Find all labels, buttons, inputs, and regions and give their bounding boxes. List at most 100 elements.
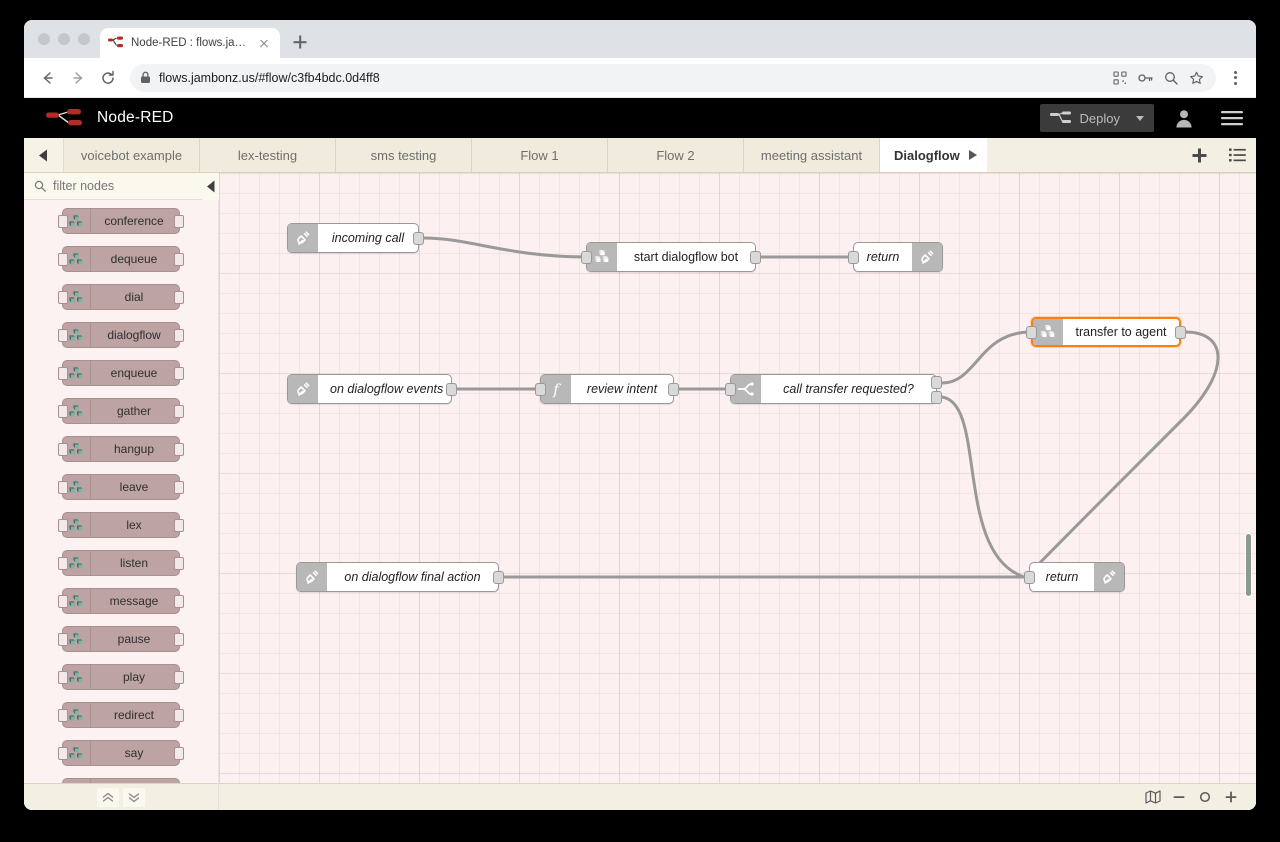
output-port[interactable] — [1175, 326, 1186, 339]
flow-node-label: on dialogflow final action — [344, 570, 481, 584]
new-tab-button[interactable] — [286, 28, 314, 56]
input-port[interactable] — [1026, 326, 1037, 339]
palette-node-hangup[interactable]: hangup — [58, 436, 184, 462]
output-port[interactable] — [413, 232, 424, 245]
flow-canvas[interactable]: incoming call start dialogflow bot retur… — [219, 173, 1256, 810]
zoom-reset-icon[interactable] — [1192, 786, 1218, 808]
back-arrow-icon[interactable] — [34, 64, 62, 92]
node-red-app: Node-RED Deploy voicebot example lex-tes… — [24, 98, 1256, 810]
palette-node-dialogflow[interactable]: dialogflow — [58, 322, 184, 348]
flow-tab-label: Flow 1 — [520, 147, 559, 163]
flow-tab-dialogflow[interactable]: Dialogflow — [880, 138, 987, 172]
palette-search-bar[interactable]: filter nodes — [24, 173, 218, 200]
flow-node-return-top[interactable]: return — [848, 242, 943, 272]
play-flow-icon[interactable] — [968, 150, 977, 160]
dialogflow-cubes-icon — [63, 551, 91, 575]
window-close-dot[interactable] — [38, 33, 50, 45]
reload-icon[interactable] — [94, 64, 122, 92]
palette-node-label: lex — [126, 518, 142, 532]
collapse-left-icon[interactable] — [202, 173, 219, 200]
input-port[interactable] — [725, 383, 736, 396]
palette-node-redirect[interactable]: redirect — [58, 702, 184, 728]
zoom-in-icon[interactable] — [1218, 786, 1244, 808]
flow-tab-meeting-assistant[interactable]: meeting assistant — [744, 138, 880, 172]
dialogflow-cubes-icon — [63, 285, 91, 309]
output-port[interactable] — [446, 383, 457, 396]
palette-node-conference[interactable]: conference — [58, 208, 184, 234]
palette-node-play[interactable]: play — [58, 664, 184, 690]
palette-node-leave[interactable]: leave — [58, 474, 184, 500]
user-account-icon[interactable] — [1160, 98, 1208, 138]
palette-node-pause[interactable]: pause — [58, 626, 184, 652]
output-port[interactable] — [750, 251, 761, 264]
flow-node-incoming-call[interactable]: incoming call — [287, 223, 424, 253]
browser-tab-title: Node-RED : flows.jambonz.us — [131, 37, 249, 49]
palette-node-lex[interactable]: lex — [58, 512, 184, 538]
navigator-map-icon[interactable] — [1140, 786, 1166, 808]
output-port-2[interactable] — [931, 391, 942, 404]
palette-node-gather[interactable]: gather — [58, 398, 184, 424]
palette-node-say[interactable]: say — [58, 740, 184, 766]
flow-node-review-intent[interactable]: f review intent — [535, 374, 679, 404]
scroll-left-icon[interactable] — [24, 138, 64, 172]
flow-tab-flow-1[interactable]: Flow 1 — [472, 138, 608, 172]
node-red-logo-icon — [46, 108, 88, 128]
input-port[interactable] — [535, 383, 546, 396]
add-flow-button[interactable] — [1180, 138, 1218, 172]
forward-arrow-icon[interactable] — [64, 64, 92, 92]
flow-node-call-transfer-requested[interactable]: call transfer requested? — [725, 374, 942, 404]
canvas-footer — [219, 783, 1256, 810]
output-port[interactable] — [493, 571, 504, 584]
browser-tab[interactable]: Node-RED : flows.jambonz.us — [100, 28, 280, 58]
output-port-1[interactable] — [931, 376, 942, 389]
palette-search-input[interactable]: filter nodes — [53, 179, 114, 193]
chevron-down-icon[interactable] — [1136, 115, 1144, 121]
dialogflow-cubes-icon — [63, 247, 91, 271]
url-text: flows.jambonz.us/#flow/c3fb4bdc.0d4ff8 — [159, 70, 380, 85]
palette-node-enqueue[interactable]: enqueue — [58, 360, 184, 386]
palette-node-list: conference dequeue dial dialogflow enque… — [24, 200, 218, 783]
canvas-vertical-scrollbar[interactable] — [1245, 533, 1252, 597]
palette-node-dequeue[interactable]: dequeue — [58, 246, 184, 272]
flow-node-return-bottom[interactable]: return — [1024, 562, 1125, 592]
palette-node-label: enqueue — [110, 366, 158, 380]
flow-node-label: transfer to agent — [1075, 325, 1167, 339]
palette-node-dial[interactable]: dial — [58, 284, 184, 310]
kebab-menu-icon[interactable] — [1224, 64, 1246, 92]
flow-node-on-dialogflow-final-action[interactable]: on dialogflow final action — [296, 562, 504, 592]
palette-node-sip-decline[interactable]: sip:decline — [62, 778, 180, 783]
bookmark-star-icon[interactable] — [1189, 71, 1204, 85]
flow-tab-sms-testing[interactable]: sms testing — [336, 138, 472, 172]
address-bar[interactable]: flows.jambonz.us/#flow/c3fb4bdc.0d4ff8 — [130, 63, 1216, 92]
output-port[interactable] — [668, 383, 679, 396]
qr-code-icon[interactable] — [1113, 70, 1127, 85]
flow-tab-lex-testing[interactable]: lex-testing — [200, 138, 336, 172]
palette-node-message[interactable]: message — [58, 588, 184, 614]
flow-list-icon[interactable] — [1218, 138, 1256, 172]
palette-footer — [24, 783, 218, 810]
flow-node-on-dialogflow-events[interactable]: on dialogflow events — [287, 374, 457, 404]
palette-node-listen[interactable]: listen — [58, 550, 184, 576]
input-port[interactable] — [1024, 571, 1035, 584]
browser-tab-strip: Node-RED : flows.jambonz.us — [24, 20, 1256, 58]
zoom-search-icon[interactable] — [1164, 71, 1178, 85]
flow-node-start-dialogflow-bot[interactable]: start dialogflow bot — [581, 242, 761, 272]
close-icon[interactable] — [256, 35, 272, 51]
window-maximize-dot[interactable] — [78, 33, 90, 45]
app-logo: Node-RED — [46, 108, 174, 128]
input-port[interactable] — [581, 251, 592, 264]
flow-tab-flow-2[interactable]: Flow 2 — [608, 138, 744, 172]
collapse-all-icon[interactable] — [97, 787, 119, 807]
expand-all-icon[interactable] — [123, 787, 145, 807]
input-port[interactable] — [848, 251, 859, 264]
window-minimize-dot[interactable] — [58, 33, 70, 45]
key-icon[interactable] — [1138, 71, 1153, 85]
zoom-out-icon[interactable] — [1166, 786, 1192, 808]
dialogflow-cubes-icon — [63, 513, 91, 537]
deploy-button[interactable]: Deploy — [1039, 104, 1154, 132]
flow-node-transfer-to-agent[interactable]: transfer to agent — [1026, 317, 1186, 347]
hamburger-menu-icon[interactable] — [1208, 98, 1256, 138]
node-red-favicon — [108, 36, 124, 50]
palette-node-label: message — [109, 594, 159, 608]
flow-tab-voicebot-example[interactable]: voicebot example — [64, 138, 200, 172]
